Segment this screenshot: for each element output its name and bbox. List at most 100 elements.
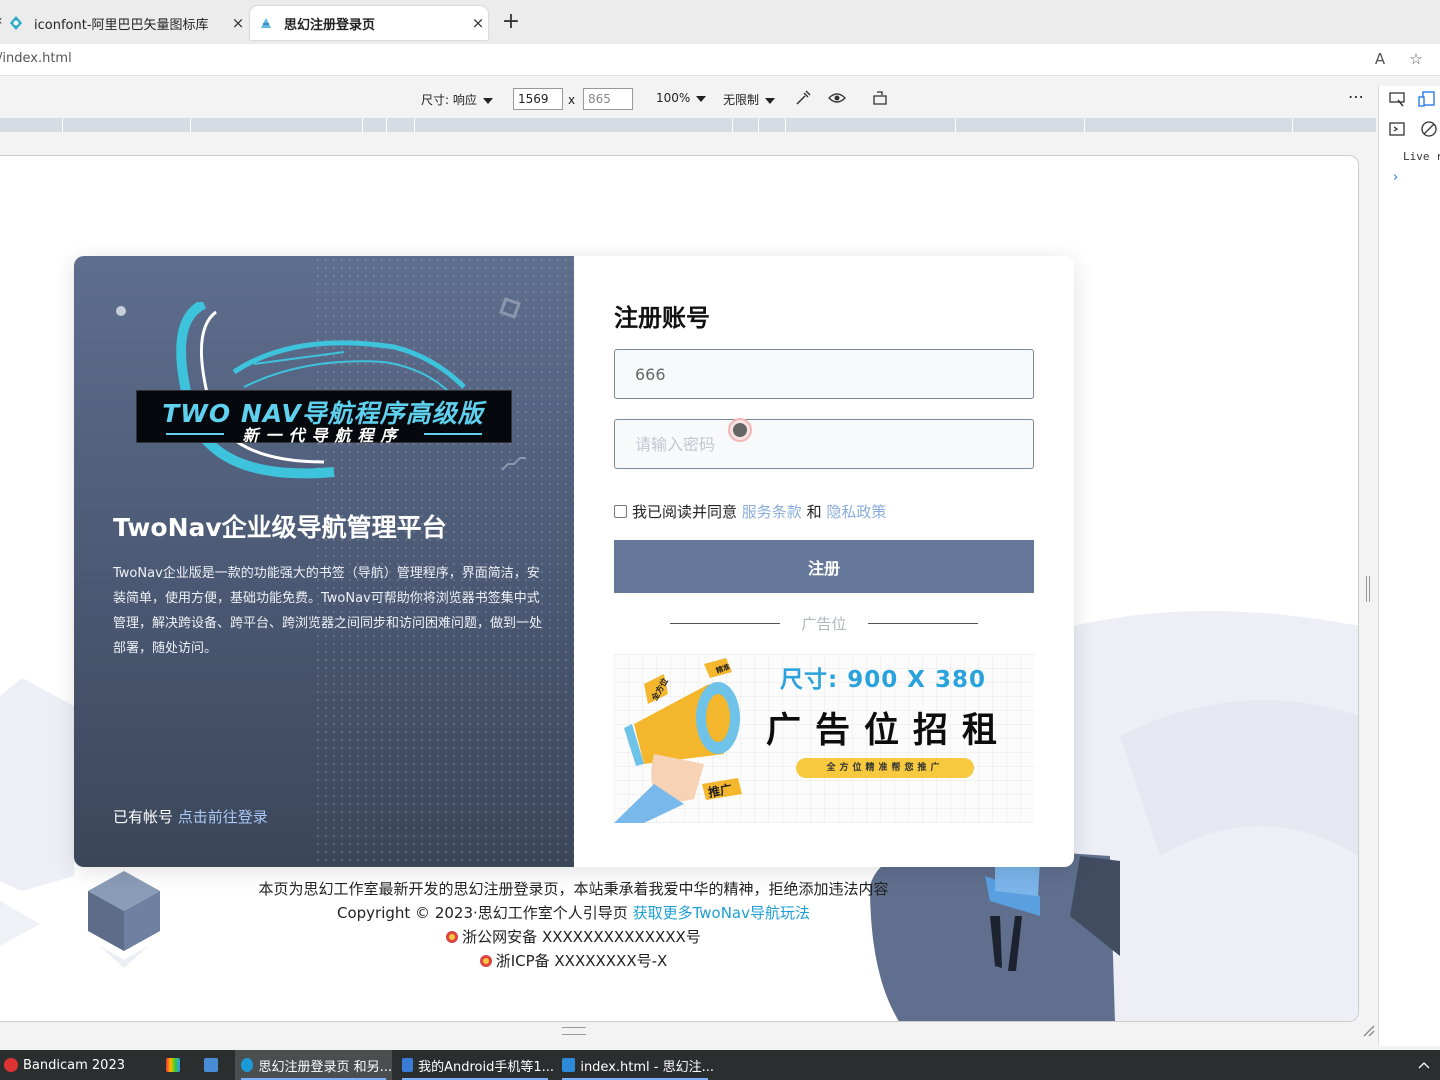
- tab-register-page[interactable]: 思幻注册登录页 ×: [250, 6, 488, 40]
- chevron-up-icon: [1418, 1062, 1430, 1069]
- close-icon[interactable]: ×: [228, 14, 248, 32]
- new-tab-button[interactable]: +: [500, 10, 522, 34]
- police-badge-icon: [446, 931, 459, 943]
- twonav-more-link[interactable]: 获取更多TwoNav导航玩法: [633, 904, 810, 922]
- favorite-icon[interactable]: ☆: [1406, 50, 1426, 70]
- phone-link-icon: [402, 1058, 414, 1072]
- devtools-panel: Live r ›: [1378, 86, 1440, 1046]
- ad-headline: 广告位招租: [766, 711, 1012, 751]
- footer-icp-record[interactable]: 浙ICP备 XXXXXXXX号-X: [0, 949, 1147, 973]
- zoom-label: 100%: [656, 91, 691, 105]
- inspect-icon[interactable]: [1387, 90, 1407, 110]
- taskbar-app[interactable]: [204, 1050, 226, 1080]
- circle-decoration: [116, 306, 126, 316]
- size-label: 尺寸: 响应: [421, 93, 477, 107]
- twonav-logo: TWO NAV导航程序高级版 新一代导航程序: [134, 302, 514, 482]
- more-icon[interactable]: ⋯: [1348, 87, 1364, 106]
- color-app-icon: [166, 1058, 180, 1072]
- device-toggle-icon[interactable]: [1417, 90, 1437, 110]
- resize-corner-icon[interactable]: [1362, 1024, 1376, 1038]
- police-record-text: 浙公网安备 XXXXXXXXXXXXXX号: [462, 928, 701, 946]
- read-aloud-icon[interactable]: A: [1370, 50, 1390, 70]
- page-icon: [258, 15, 274, 31]
- media-query-ruler[interactable]: [0, 118, 1376, 132]
- username-input[interactable]: [614, 349, 1034, 399]
- footer-copyright: Copyright © 2023·思幻工作室个人引导页 获取更多TwoNav导航…: [0, 901, 1147, 925]
- bandicam-icon: [4, 1058, 18, 1072]
- address-bar[interactable]: /index.html A ☆: [0, 44, 1440, 76]
- terms-link[interactable]: 服务条款: [742, 501, 802, 522]
- taskbar: Bandicam 2023 思幻注册登录页 和另... 我的Android手机等…: [0, 1050, 1440, 1080]
- clear-console-icon[interactable]: [1419, 120, 1439, 140]
- mail-app-icon: [204, 1058, 218, 1072]
- taskbar-android[interactable]: 我的Android手机等1...: [396, 1050, 554, 1080]
- have-account-text: 已有帐号 点击前往登录: [113, 806, 268, 827]
- eye-icon[interactable]: [828, 89, 846, 110]
- megaphone-icon: [614, 658, 742, 823]
- zoom-dropdown[interactable]: 100%: [656, 91, 707, 105]
- tab-iconfont[interactable]: iconfont-阿里巴巴矢量图标库 ×: [0, 6, 248, 40]
- register-form: 注册账号 我已阅读并同意 服务条款 和 隐私政策 注册 广告位: [574, 256, 1074, 867]
- register-button[interactable]: 注册: [614, 540, 1034, 593]
- rotate-icon[interactable]: [872, 89, 890, 110]
- taskbar-label: 我的Android手机等1...: [418, 1059, 554, 1075]
- throttle-label: 无限制: [723, 93, 760, 107]
- size-dropdown[interactable]: 尺寸: 响应: [421, 91, 493, 108]
- vscode-icon: [562, 1058, 576, 1072]
- icp-record-text: 浙ICP备 XXXXXXXX号-X: [495, 952, 668, 970]
- tray-expand[interactable]: [1418, 1050, 1438, 1080]
- ad-tagline: 全方位精准帮您推广: [796, 758, 974, 778]
- password-input[interactable]: [614, 419, 1034, 469]
- agree-label: 我已阅读并同意: [632, 503, 738, 521]
- register-card: TWO NAV导航程序高级版 新一代导航程序 TwoNav企业级导航管理平台 T…: [74, 256, 1074, 867]
- chevron-down-icon: [696, 95, 707, 102]
- intro-panel: TWO NAV导航程序高级版 新一代导航程序 TwoNav企业级导航管理平台 T…: [74, 256, 574, 867]
- agree-checkbox[interactable]: [614, 505, 627, 518]
- footer-police-record[interactable]: 浙公网安备 XXXXXXXXXXXXXX号: [0, 925, 1147, 949]
- have-account-label: 已有帐号: [113, 808, 174, 826]
- console-sidebar-icon[interactable]: [1387, 120, 1407, 140]
- console-prompt-icon[interactable]: ›: [1393, 170, 1398, 185]
- footer-statement: 本页为思幻工作室最新开发的思幻注册登录页，本站秉承着我爱中华的精神，拒绝添加违法…: [258, 880, 889, 898]
- mouse-cursor-indicator: [728, 418, 752, 442]
- width-input[interactable]: 1569: [513, 88, 563, 110]
- agree-row: 我已阅读并同意 服务条款 和 隐私政策: [614, 501, 886, 522]
- eyedropper-icon[interactable]: [794, 89, 812, 110]
- times-label: x: [568, 93, 576, 107]
- chevron-down-icon: [765, 97, 776, 104]
- login-link[interactable]: 点击前往登录: [178, 808, 268, 826]
- tab-bar: ‹ iconfont-阿里巴巴矢量图标库 × 思幻注册登录页 × +: [0, 0, 1440, 44]
- close-icon[interactable]: ×: [468, 14, 488, 32]
- resize-handle-bottom[interactable]: [562, 1027, 586, 1035]
- and-label: 和: [806, 503, 822, 521]
- taskbar-label: 思幻注册登录页 和另...: [258, 1059, 392, 1075]
- ad-banner[interactable]: 全方位 精准 推广 尺寸: 900 X 380 广告位招租 全方位精准帮您推广: [614, 654, 1034, 823]
- logo-subtitle: 新一代导航程序: [242, 426, 404, 445]
- page-footer: 本页为思幻工作室最新开发的思幻注册登录页，本站秉承着我爱中华的精神，拒绝添加违法…: [0, 877, 1147, 973]
- resize-handle[interactable]: [1366, 576, 1370, 602]
- height-input[interactable]: 865: [583, 88, 633, 110]
- register-title: 注册账号: [614, 304, 710, 332]
- taskbar-label: Bandicam 2023: [23, 1057, 125, 1073]
- live-expression-label: Live r: [1403, 150, 1440, 163]
- throttle-dropdown[interactable]: 无限制: [723, 91, 776, 108]
- edge-icon: [241, 1058, 254, 1072]
- taskbar-vscode[interactable]: index.html - 思幻注...: [556, 1050, 714, 1080]
- police-badge-icon: [479, 955, 492, 967]
- chevron-down-icon: [482, 97, 493, 104]
- iconfont-icon: [8, 15, 24, 31]
- taskbar-edge[interactable]: 思幻注册登录页 和另...: [235, 1050, 392, 1080]
- platform-description: TwoNav企业版是一款的功能强大的书签（导航）管理程序，界面简洁，安装简单，使…: [113, 566, 543, 656]
- tab-title: iconfont-阿里巴巴矢量图标库: [34, 17, 209, 33]
- tab-title: 思幻注册登录页: [284, 17, 376, 33]
- platform-title: TwoNav企业级导航管理平台: [113, 513, 447, 542]
- privacy-link[interactable]: 隐私政策: [826, 501, 886, 522]
- taskbar-label: index.html - 思幻注...: [580, 1059, 714, 1075]
- taskbar-app[interactable]: [166, 1050, 188, 1080]
- ad-label: 广告位: [670, 613, 978, 633]
- copyright-text: Copyright © 2023·思幻工作室个人引导页: [337, 904, 628, 922]
- ad-size: 尺寸: 900 X 380: [780, 667, 986, 693]
- page-viewport: TWO NAV导航程序高级版 新一代导航程序 TwoNav企业级导航管理平台 T…: [0, 155, 1359, 1022]
- url-text[interactable]: /index.html: [0, 51, 72, 66]
- taskbar-bandicam[interactable]: Bandicam 2023: [4, 1050, 154, 1080]
